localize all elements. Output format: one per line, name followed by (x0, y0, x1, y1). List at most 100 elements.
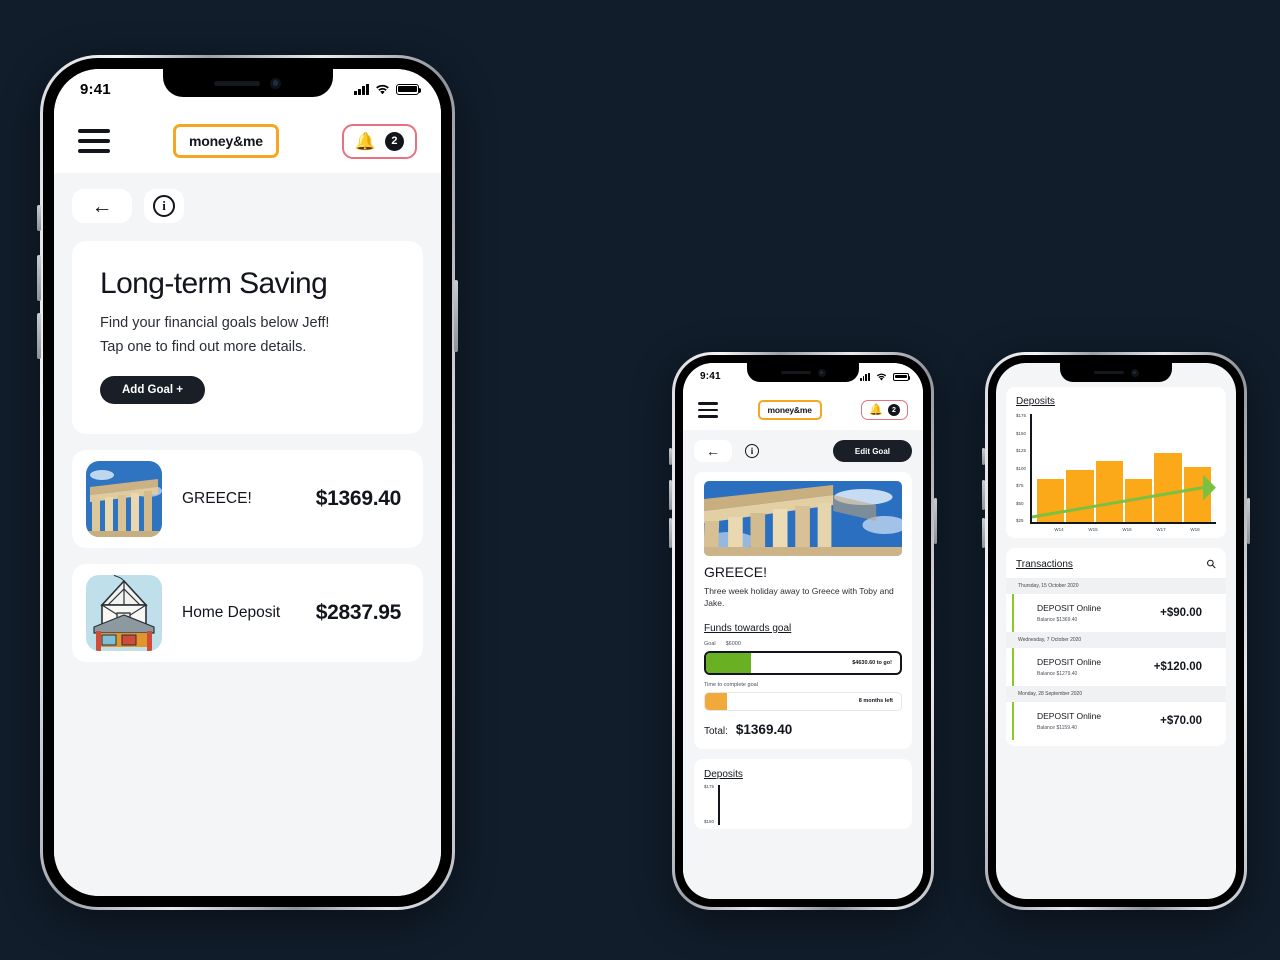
back-button[interactable]: ← (72, 189, 132, 223)
earpiece-speaker (1093, 370, 1124, 375)
wifi-icon (376, 84, 389, 94)
time-progress-bar: 8 months left (704, 691, 902, 711)
deposits-card-partial: Deposits $175 $150 (694, 758, 912, 829)
mute-switch[interactable] (37, 205, 41, 231)
notifications-button[interactable]: 🔔 2 (861, 400, 908, 420)
notification-badge: 2 (888, 404, 900, 416)
chart-plot-area (1030, 414, 1216, 524)
transaction-row[interactable]: DEPOSIT Online Balance $1369.40 +$90.00 (1012, 594, 1226, 632)
goal-amount: $2837.95 (315, 600, 402, 624)
time-label-text: Time to complete goal (704, 681, 758, 688)
transaction-amount: +$70.00 (1160, 715, 1202, 727)
time-remaining-text: 8 months left (858, 698, 893, 705)
volume-up-button[interactable] (982, 480, 985, 510)
hero-card: Long-term Saving Find your financial goa… (72, 241, 423, 434)
phone-mockup-goal-detail: 9:41 money&me 🔔 2 ← i Edit Goal GREECE! … (669, 352, 937, 910)
transaction-amount: +$120.00 (1153, 661, 1202, 673)
goal-label: Goal (704, 640, 716, 647)
status-time: 9:41 (700, 371, 721, 382)
add-goal-button[interactable]: Add Goal + (100, 375, 206, 404)
funds-progress-bar: $4630.60 to go! (704, 650, 902, 675)
canvas: 9:41 money&me 🔔 2 ← i Long-term Saving F… (0, 0, 1280, 960)
transaction-group: Wednesday, 7 October 2020 DEPOSIT Online… (1006, 632, 1226, 686)
goal-hero-image-parthenon (704, 481, 902, 556)
cellular-bars-icon (354, 83, 369, 95)
mute-switch[interactable] (669, 448, 672, 465)
notification-badge: 2 (384, 131, 404, 151)
page-content: ← i Long-term Saving Find your financial… (54, 173, 441, 896)
info-circle-icon: i (153, 195, 175, 217)
transaction-row[interactable]: DEPOSIT Online Balance $1159.40 +$70.00 (1012, 702, 1226, 740)
power-button[interactable] (1247, 498, 1250, 544)
goal-detail-card: GREECE! Three week holiday away to Greec… (694, 472, 912, 749)
y-tick: $125 (1016, 448, 1027, 454)
transaction-name: DEPOSIT Online (1037, 603, 1102, 613)
power-button[interactable] (454, 280, 458, 352)
chart-y-axis: $175 $150 $125 $100 $75 $50 $25 (1016, 413, 1030, 524)
goal-row-home-deposit[interactable]: Home Deposit $2837.95 (72, 563, 423, 662)
status-time: 9:41 (80, 80, 111, 98)
phone-screen: 9:41 money&me 🔔 2 (683, 363, 923, 899)
y-tick: $75 (1016, 483, 1024, 489)
transaction-name: DEPOSIT Online (1037, 711, 1102, 721)
app-logo[interactable]: money&me (172, 124, 279, 158)
chart-plot-area (718, 784, 902, 825)
phone-body: 9:41 money&me 🔔 2 (43, 58, 452, 907)
deposits-bar-chart: $175 $150 $125 $100 $75 $50 $25 (1016, 413, 1216, 524)
hamburger-menu-icon[interactable] (78, 129, 110, 153)
back-button[interactable]: ← (694, 440, 732, 462)
info-button[interactable]: i (739, 440, 765, 462)
status-icons (859, 372, 911, 381)
notch (747, 363, 859, 382)
phone-mockup-goals-list: 9:41 money&me 🔔 2 ← i Long-term Saving F… (37, 55, 458, 910)
total-label: Total: (704, 725, 728, 737)
app-bar: money&me 🔔 2 (54, 109, 441, 173)
hero-line-1: Find your financial goals below Jeff! (100, 315, 330, 331)
trendline-icon (1032, 474, 1216, 598)
phone-screen: Deposits $175 $150 $125 $100 $75 $50 $25 (996, 363, 1236, 899)
front-camera (817, 368, 826, 377)
info-circle-icon: i (745, 444, 759, 458)
funds-heading: Funds towards goal (704, 622, 792, 634)
battery-icon (396, 83, 422, 95)
volume-down-button[interactable] (982, 518, 985, 548)
total-row: Total: $1369.40 (704, 722, 902, 737)
notifications-button[interactable]: 🔔 2 (341, 123, 417, 159)
volume-up-button[interactable] (669, 480, 672, 510)
goal-name: GREECE! (182, 489, 252, 507)
transaction-row[interactable]: DEPOSIT Online Balance $1279.40 +$120.00 (1012, 648, 1226, 686)
deposits-heading: Deposits (704, 768, 743, 780)
goal-row-greece[interactable]: GREECE! $1369.40 (72, 449, 423, 548)
volume-up-button[interactable] (37, 255, 41, 301)
wifi-icon (876, 373, 887, 380)
time-label: Time to complete goal (704, 682, 902, 688)
hero-line-2: Tap one to find out more details. (100, 338, 307, 355)
edit-goal-button[interactable]: Edit Goal (832, 440, 912, 462)
transaction-balance: Balance $1369.40 (1037, 617, 1078, 623)
goal-thumbnail-house (86, 574, 162, 651)
bell-icon: 🔔 (354, 131, 376, 151)
toolbar: ← i (72, 189, 423, 223)
app-logo[interactable]: money&me (757, 400, 822, 420)
transaction-group: Monday, 28 September 2020 DEPOSIT Online… (1006, 686, 1226, 740)
front-camera (1130, 368, 1139, 377)
y-tick: $175 (1016, 413, 1027, 418)
funds-remaining-text: $4630.60 to go! (852, 659, 892, 666)
earpiece-speaker (214, 80, 260, 86)
transaction-name: DEPOSIT Online (1037, 657, 1102, 667)
volume-down-button[interactable] (669, 518, 672, 548)
app-bar: money&me 🔔 2 (683, 390, 923, 430)
info-button[interactable]: i (144, 189, 184, 223)
volume-down-button[interactable] (37, 313, 41, 359)
page-content: ← i Edit Goal GREECE! Three week holiday… (683, 430, 923, 899)
hamburger-menu-icon[interactable] (698, 402, 718, 418)
toolbar: ← i Edit Goal (694, 440, 912, 462)
transaction-balance: Balance $1159.40 (1037, 725, 1077, 731)
transaction-date: Wednesday, 7 October 2020 (1006, 632, 1226, 648)
power-button[interactable] (934, 498, 937, 544)
transaction-balance: Balance $1279.40 (1037, 671, 1078, 677)
deposits-chart-card: Deposits $175 $150 $125 $100 $75 $50 $25 (1006, 387, 1226, 538)
mute-switch[interactable] (982, 448, 985, 465)
y-tick: $175 (704, 783, 715, 789)
goal-thumbnail-parthenon (86, 460, 162, 537)
